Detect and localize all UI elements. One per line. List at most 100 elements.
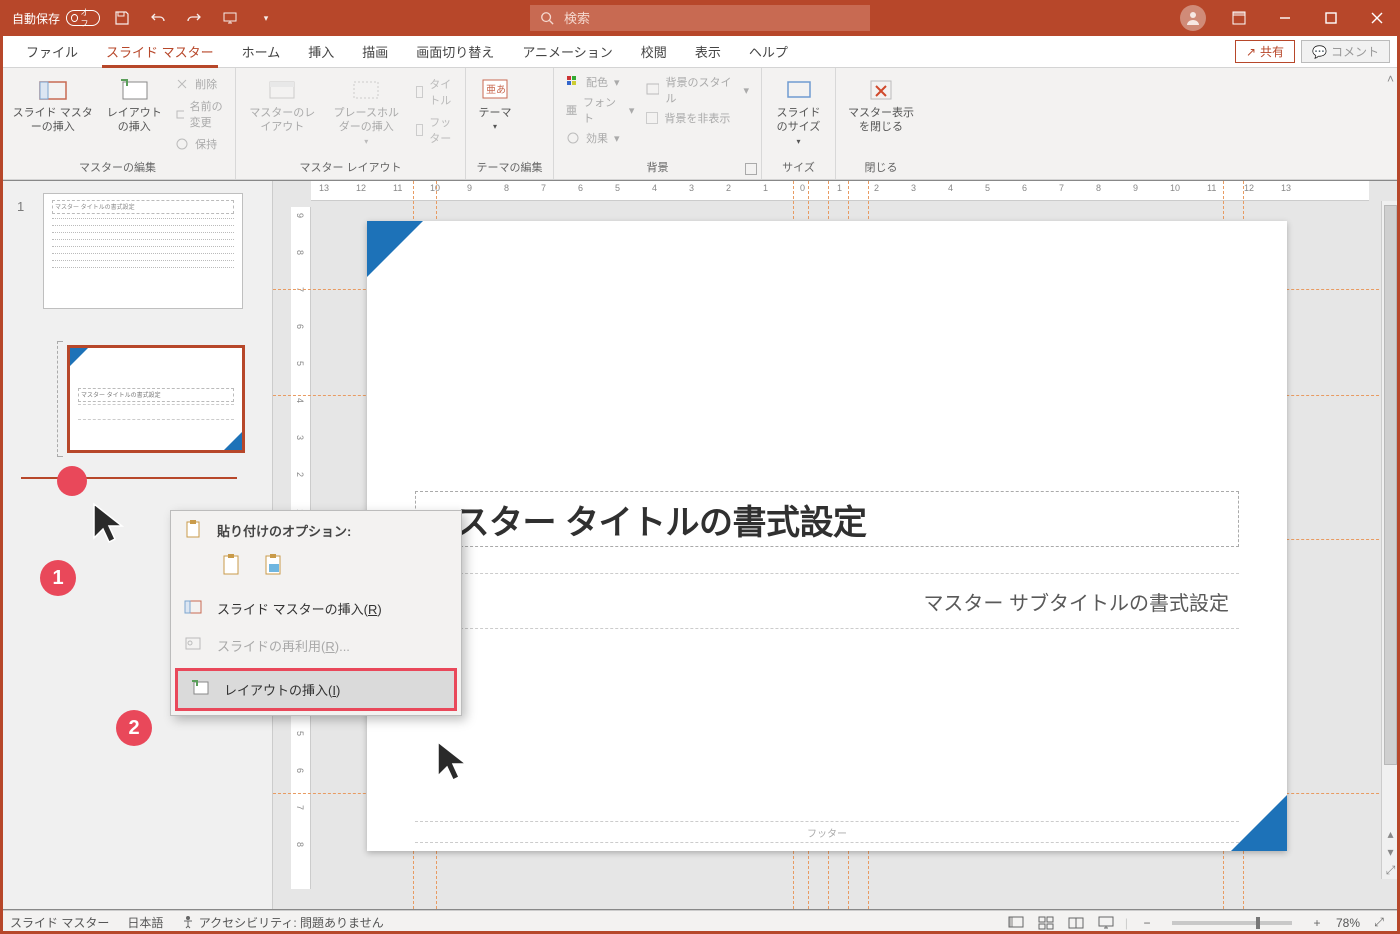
status-language[interactable]: 日本語 (127, 914, 163, 931)
zoom-value[interactable]: 78% (1336, 916, 1360, 930)
share-button[interactable]: ↗共有 (1235, 40, 1295, 63)
decoration-triangle-tl (367, 221, 423, 277)
annotation-cursor-1 (90, 500, 134, 548)
footer-placeholder[interactable]: フッター (415, 821, 1239, 843)
fonts-dropdown[interactable]: 亜フォント ▾ (560, 92, 640, 128)
bg-styles-dropdown[interactable]: 背景のスタイル ▾ (640, 72, 755, 108)
annotation-cursor-2 (434, 738, 478, 786)
thumbnail-master[interactable]: マスター タイトルの書式設定 (43, 193, 243, 309)
comments-button[interactable]: 💬コメント (1301, 40, 1390, 63)
tab-view[interactable]: 表示 (681, 36, 735, 67)
ribbon-group-edit-master: スライド マスターの挿入 レイアウトの挿入 削除 名前の変更 保持 マスターの編… (0, 68, 236, 179)
fit-to-window-icon[interactable]: ⤢ (1368, 914, 1390, 932)
ribbon-tabs: ファイル スライド マスター ホーム 挿入 描画 画面切り替え アニメーション … (0, 36, 1400, 68)
thumbnail-layout[interactable]: マスター タイトルの書式設定 (67, 345, 245, 453)
title-checkbox: タイトル (414, 74, 455, 110)
search-input[interactable] (564, 11, 860, 26)
title-placeholder[interactable]: マスター タイトルの書式設定 (415, 491, 1239, 547)
footer-checkbox: フッター (414, 112, 455, 148)
titlebar-right (1170, 0, 1400, 36)
tab-transitions[interactable]: 画面切り替え (402, 36, 508, 67)
ctx-paste-options-row (171, 544, 461, 590)
paste-use-destination-theme-button[interactable] (217, 550, 247, 580)
tab-home[interactable]: ホーム (228, 36, 295, 67)
share-icon: ↗ (1246, 45, 1256, 59)
undo-icon[interactable] (144, 4, 172, 32)
dialog-launcher-icon[interactable] (745, 163, 757, 175)
title-bar: 自動保存 オフ ▾ (0, 0, 1400, 36)
maximize-button[interactable] (1308, 0, 1354, 36)
ribbon-group-master-layout: マスターのレイアウト プレースホルダーの挿入▾ タイトル フッター マスター レ… (236, 68, 466, 179)
tab-review[interactable]: 校閲 (627, 36, 681, 67)
sorter-view-icon[interactable] (1035, 914, 1057, 932)
minimize-button[interactable] (1262, 0, 1308, 36)
layout-bracket-icon (57, 341, 63, 457)
preserve-button: 保持 (173, 134, 225, 154)
zoom-out-button[interactable]: − (1136, 914, 1158, 932)
fit-icon[interactable]: ⤢ (1382, 861, 1399, 879)
effects-dropdown[interactable]: 効果 ▾ (560, 128, 640, 148)
search-icon (540, 11, 554, 25)
normal-view-icon[interactable] (1005, 914, 1027, 932)
master-layout-button: マスターのレイアウト (242, 72, 323, 157)
ctx-paste-options-header: 貼り付けのオプション: (171, 511, 461, 544)
search-box[interactable] (530, 5, 870, 31)
tab-insert[interactable]: 挿入 (294, 36, 348, 67)
rename-button: 名前の変更 (173, 96, 225, 132)
account-button[interactable] (1170, 0, 1216, 36)
tab-help[interactable]: ヘルプ (735, 36, 802, 67)
slideshow-view-icon[interactable] (1095, 914, 1117, 932)
ctx-insert-slide-master[interactable]: スライド マスターの挿入(R) (171, 590, 461, 627)
ribbon-group-close: マスター表示を閉じる 閉じる (836, 68, 926, 179)
insert-layout-button[interactable]: レイアウトの挿入 (99, 72, 169, 157)
annotation-badge-2: 2 (116, 710, 152, 746)
ctx-reuse-slides: スライドの再利用(R)... (171, 627, 461, 664)
reuse-slides-icon (183, 634, 203, 654)
annotation-click-dot (57, 466, 87, 496)
close-master-view-button[interactable]: マスター表示を閉じる (842, 72, 920, 157)
status-mode: スライド マスター (10, 914, 109, 931)
tab-animations[interactable]: アニメーション (508, 36, 626, 67)
insert-placeholder-button: プレースホルダーの挿入▾ (323, 72, 410, 157)
delete-button: 削除 (173, 74, 225, 94)
zoom-slider[interactable] (1172, 921, 1292, 925)
scroll-next-icon[interactable]: ▾ (1382, 843, 1399, 861)
titlebar-left: 自動保存 オフ ▾ (0, 4, 280, 32)
insert-slide-master-button[interactable]: スライド マスターの挿入 (6, 72, 99, 157)
tab-slide-master[interactable]: スライド マスター (92, 36, 228, 67)
insert-slide-master-icon (183, 597, 203, 617)
decoration-triangle-br (1231, 795, 1287, 851)
close-button[interactable] (1354, 0, 1400, 36)
ribbon: スライド マスターの挿入 レイアウトの挿入 削除 名前の変更 保持 マスターの編… (0, 68, 1400, 180)
slideshow-start-icon[interactable] (216, 4, 244, 32)
vertical-scrollbar[interactable]: ▴ ▾ ⤢ (1381, 201, 1399, 879)
ribbon-group-theme: 亜あテーマ▾ テーマの編集 (466, 68, 554, 179)
colors-dropdown[interactable]: 配色 ▾ (560, 72, 640, 92)
status-accessibility[interactable]: アクセシビリティ: 問題ありません (181, 914, 383, 931)
autosave-control[interactable]: 自動保存 オフ (12, 10, 100, 27)
tab-file[interactable]: ファイル (12, 36, 92, 67)
themes-button[interactable]: 亜あテーマ▾ (472, 72, 518, 157)
hide-bg-checkbox[interactable]: 背景を非表示 (640, 108, 755, 128)
save-icon[interactable] (108, 4, 136, 32)
tab-draw[interactable]: 描画 (348, 36, 402, 67)
subtitle-placeholder[interactable]: マスター サブタイトルの書式設定 (415, 573, 1239, 629)
reading-view-icon[interactable] (1065, 914, 1087, 932)
paste-picture-button[interactable] (259, 550, 289, 580)
scroll-prev-icon[interactable]: ▴ (1382, 825, 1399, 843)
ctx-insert-layout[interactable]: レイアウトの挿入(I) (175, 668, 457, 711)
paste-icon (183, 519, 203, 542)
redo-icon[interactable] (180, 4, 208, 32)
zoom-in-button[interactable]: + (1306, 914, 1328, 932)
slide-canvas[interactable]: マスター タイトルの書式設定 マスター サブタイトルの書式設定 フッター (367, 221, 1287, 851)
qat-customize-icon[interactable]: ▾ (252, 4, 280, 32)
scrollbar-thumb[interactable] (1384, 205, 1397, 765)
collapse-ribbon-icon[interactable]: ˄ (1387, 72, 1394, 86)
slide-number: 1 (17, 199, 24, 214)
annotation-badge-1: 1 (40, 560, 76, 596)
ribbon-display-icon[interactable] (1216, 0, 1262, 36)
slide-size-button[interactable]: スライドのサイズ▾ (768, 72, 829, 157)
status-bar: スライド マスター 日本語 アクセシビリティ: 問題ありません | − + 78… (0, 910, 1400, 934)
autosave-toggle[interactable]: オフ (66, 10, 100, 26)
insert-layout-icon (190, 678, 210, 698)
